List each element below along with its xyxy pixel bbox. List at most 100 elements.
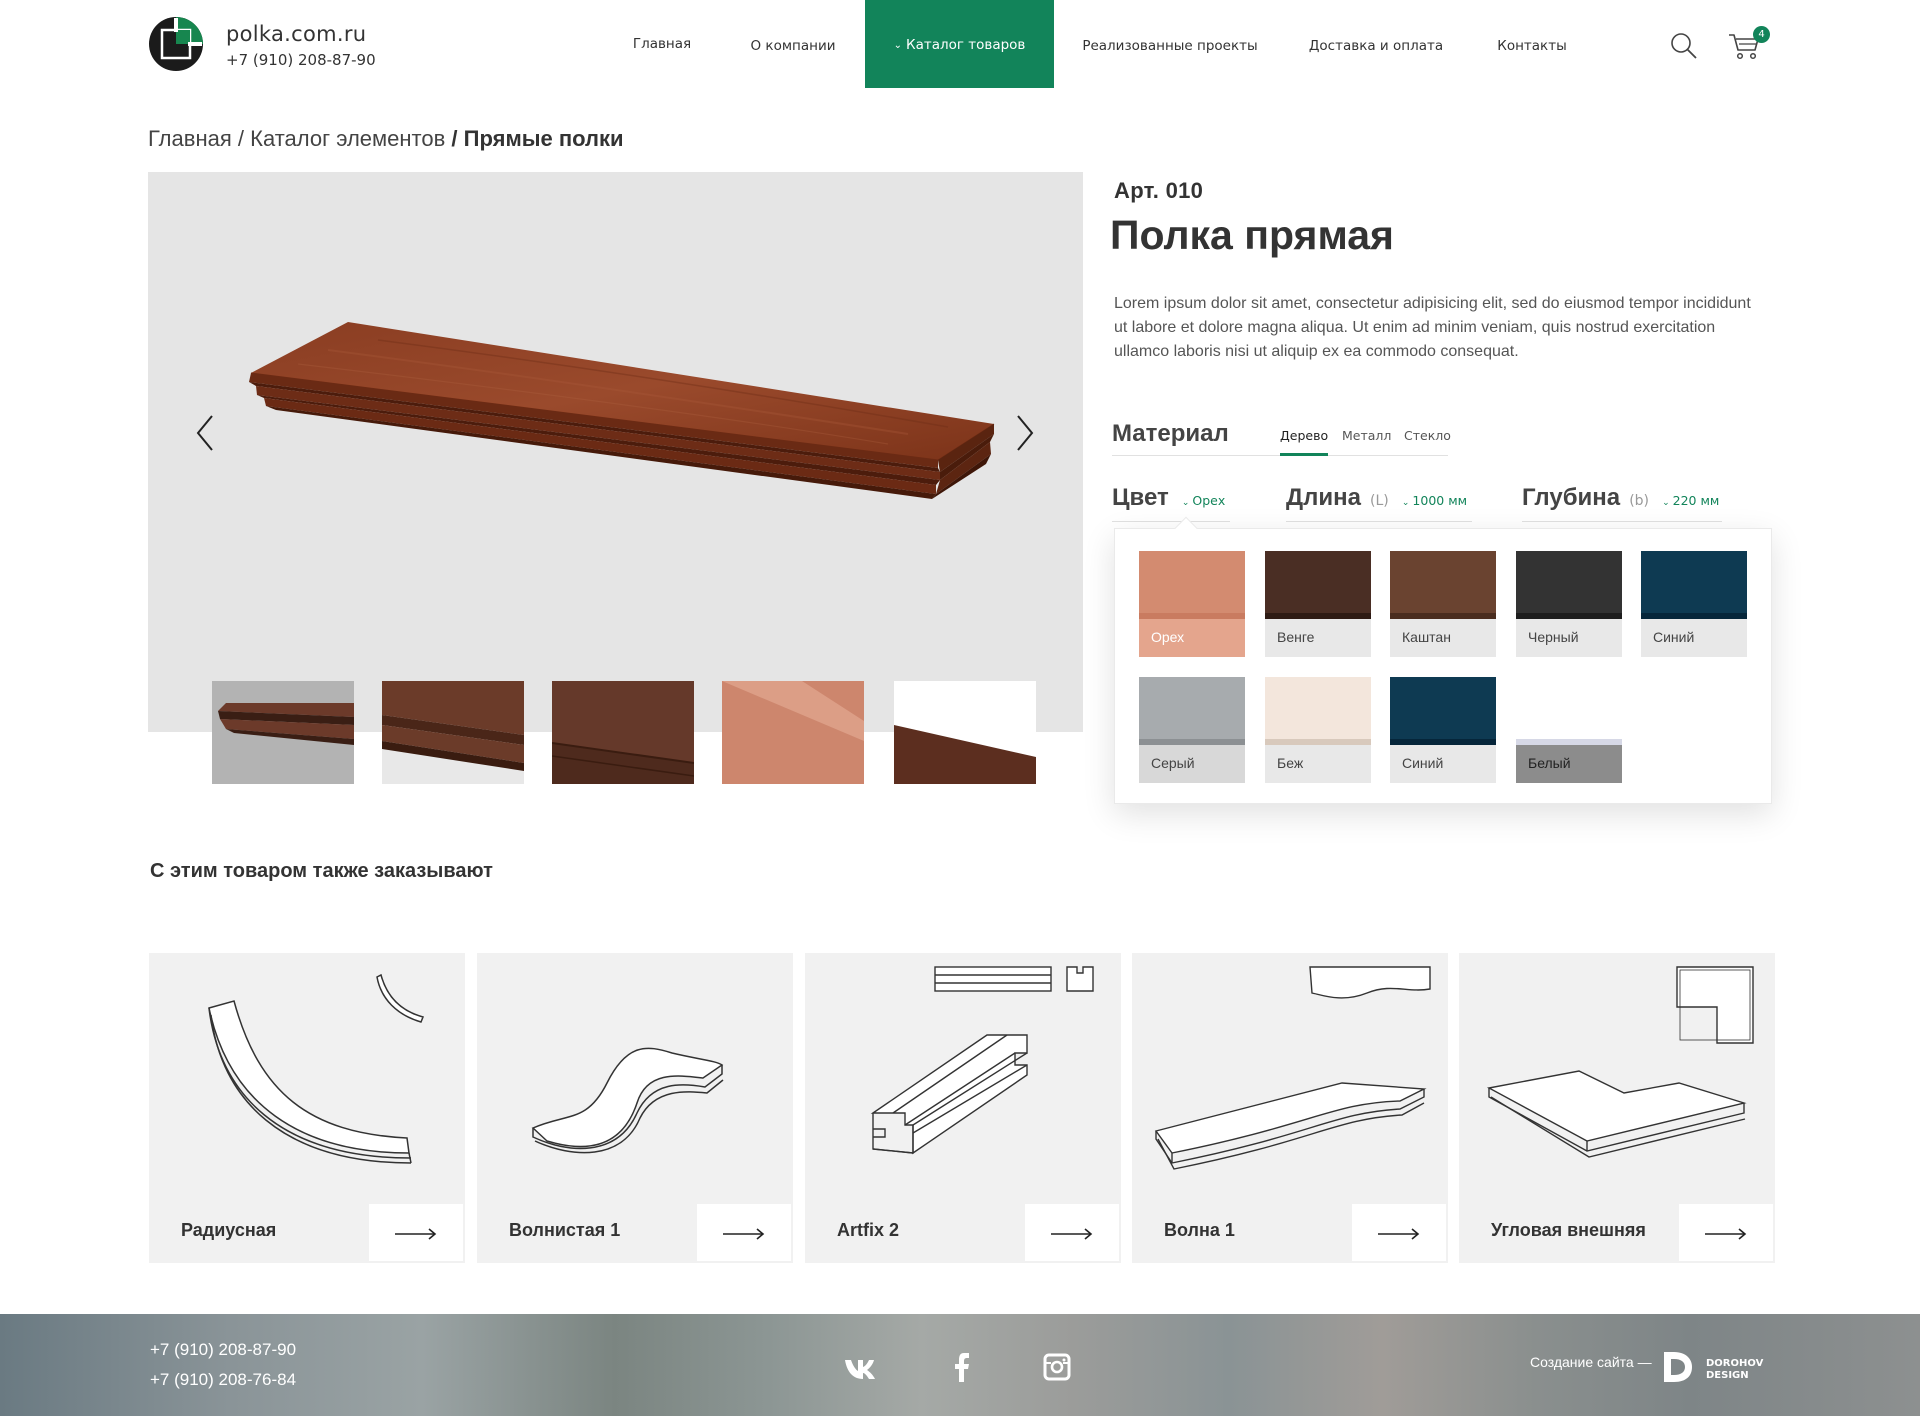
color-value-select[interactable]: ⌄ Орех	[1182, 493, 1225, 508]
arrow-right-icon	[723, 1228, 765, 1240]
chevron-down-icon: ⌄	[1181, 498, 1190, 508]
related-card-title: Радиусная	[181, 1220, 277, 1240]
arrow-right-icon	[1705, 1228, 1747, 1240]
nav-label: Доставка и оплата	[1308, 38, 1444, 54]
related-card[interactable]: Радиусная	[149, 953, 465, 1263]
related-card-title: Волнистая 1	[509, 1220, 621, 1240]
arrow-right-icon	[395, 1228, 437, 1240]
instagram-icon[interactable]	[1043, 1352, 1071, 1382]
credit-brand-line2: DESIGN	[1706, 1370, 1749, 1381]
product-gallery	[148, 172, 1083, 732]
related-card[interactable]: Волнистая 1	[477, 953, 793, 1263]
arrow-right-icon	[1378, 1228, 1420, 1240]
color-swatch[interactable]: Орех	[1139, 551, 1245, 657]
nav-label: О компании	[750, 38, 836, 54]
color-value: Орех	[1192, 493, 1226, 508]
material-tab-metal[interactable]: Металл	[1342, 428, 1391, 456]
swatch-color-top	[1390, 677, 1496, 745]
nav-home[interactable]: Главная	[622, 0, 702, 88]
cart-count-badge: 4	[1753, 26, 1770, 43]
nav-projects[interactable]: Реализованные проекты	[1080, 2, 1260, 90]
depth-value-select[interactable]: ⌄ 220 мм	[1662, 493, 1719, 508]
breadcrumb-home[interactable]: Главная	[148, 126, 232, 151]
swatch-label: Белый	[1528, 755, 1571, 771]
color-swatch[interactable]: Черный	[1516, 551, 1622, 657]
related-card-button[interactable]	[369, 1204, 463, 1261]
color-swatch[interactable]: Синий	[1390, 677, 1496, 783]
gallery-thumbnail[interactable]	[212, 681, 354, 784]
chevron-down-icon: ⌄	[1401, 498, 1410, 508]
material-label: Материал	[1112, 420, 1229, 447]
color-swatch[interactable]: Беж	[1265, 677, 1371, 783]
site-name[interactable]: polka.com.ru	[226, 22, 366, 46]
color-swatch[interactable]: Синий	[1641, 551, 1747, 657]
breadcrumb-separator: /	[237, 126, 244, 151]
nav-about[interactable]: О компании	[742, 2, 844, 90]
related-title: С этим товаром также заказывают	[150, 860, 493, 882]
color-label: Цвет	[1112, 484, 1169, 511]
material-tab-glass[interactable]: Стекло	[1404, 428, 1451, 456]
swatch-color-top	[1641, 551, 1747, 619]
gallery-thumbnail[interactable]	[722, 681, 864, 784]
swatch-label: Венге	[1277, 629, 1315, 645]
color-swatch[interactable]: Каштан	[1390, 551, 1496, 657]
gallery-prev-arrow-icon[interactable]	[190, 408, 220, 458]
swatch-color-top	[1265, 551, 1371, 619]
swatch-color-top	[1516, 551, 1622, 619]
depth-param: Глубина (b) ⌄ 220 мм	[1522, 484, 1722, 522]
credit-text: Создание сайта —	[1530, 1354, 1652, 1370]
site-footer: +7 (910) 208-87-90 +7 (910) 208-76-84 Со…	[0, 1314, 1920, 1416]
depth-label: Глубина	[1522, 484, 1621, 511]
swatch-color-top	[1516, 677, 1622, 745]
facebook-icon[interactable]	[952, 1352, 972, 1382]
related-card-button[interactable]	[1679, 1204, 1773, 1261]
gallery-thumbnail[interactable]	[894, 681, 1036, 784]
swatch-color-top	[1139, 551, 1245, 619]
color-swatch[interactable]: Венге	[1265, 551, 1371, 657]
dorohov-design-logo[interactable]: DOROHOV DESIGN	[1662, 1348, 1772, 1386]
nav-label: Главная	[632, 36, 692, 52]
vk-icon[interactable]	[843, 1352, 877, 1382]
related-card-button[interactable]	[1352, 1204, 1446, 1261]
length-label: Длина	[1286, 484, 1361, 511]
related-card-title: Artfix 2	[837, 1220, 900, 1240]
gallery-thumbnail[interactable]	[382, 681, 524, 784]
swatch-label: Синий	[1653, 629, 1695, 645]
related-card[interactable]: Угловая внешняя	[1459, 953, 1775, 1263]
gallery-next-arrow-icon[interactable]	[1010, 408, 1040, 458]
nav-label: Реализованные проекты	[1082, 38, 1258, 54]
header-phone[interactable]: +7 (910) 208-87-90	[226, 51, 376, 69]
search-icon[interactable]	[1670, 32, 1698, 60]
credit-brand-line1: DOROHOV	[1706, 1358, 1764, 1369]
footer-phone[interactable]: +7 (910) 208-87-90	[150, 1340, 296, 1360]
nav-delivery[interactable]: Доставка и оплата	[1306, 2, 1446, 90]
gallery-thumbnail[interactable]	[552, 681, 694, 784]
length-value-select[interactable]: ⌄ 1000 мм	[1402, 493, 1467, 508]
logo-icon[interactable]	[148, 16, 204, 72]
related-card[interactable]: Artfix 2	[805, 953, 1121, 1263]
swatch-color-top	[1265, 677, 1371, 745]
related-card-button[interactable]	[1025, 1204, 1119, 1261]
length-param: Длина (L) ⌄ 1000 мм	[1286, 484, 1472, 522]
length-value: 1000 мм	[1412, 493, 1468, 508]
depth-value: 220 мм	[1672, 493, 1720, 508]
site-header: polka.com.ru +7 (910) 208-87-90 Главная …	[0, 0, 1920, 88]
color-swatch[interactable]: Белый	[1516, 677, 1622, 783]
breadcrumb: Главная / Каталог элементов / Прямые пол…	[148, 126, 624, 152]
related-card-title: Волна 1	[1164, 1220, 1235, 1240]
material-tab-wood[interactable]: Дерево	[1280, 428, 1329, 456]
footer-phone[interactable]: +7 (910) 208-76-84	[150, 1370, 296, 1390]
nav-label: Каталог товаров	[905, 37, 1026, 53]
nav-label: Контакты	[1497, 38, 1567, 54]
depth-symbol: (b)	[1629, 493, 1650, 509]
related-card[interactable]: Волна 1	[1132, 953, 1448, 1263]
swatch-label: Синий	[1402, 755, 1444, 771]
related-card-button[interactable]	[697, 1204, 791, 1261]
color-swatch[interactable]: Серый	[1139, 677, 1245, 783]
product-description: Lorem ipsum dolor sit amet, consectetur …	[1114, 295, 1751, 360]
nav-contacts[interactable]: Контакты	[1494, 2, 1570, 90]
swatch-label: Орех	[1151, 629, 1185, 645]
breadcrumb-separator: /	[451, 126, 458, 151]
nav-catalog[interactable]: ⌄ Каталог товаров	[865, 0, 1054, 88]
breadcrumb-catalog[interactable]: Каталог элементов	[250, 126, 445, 151]
